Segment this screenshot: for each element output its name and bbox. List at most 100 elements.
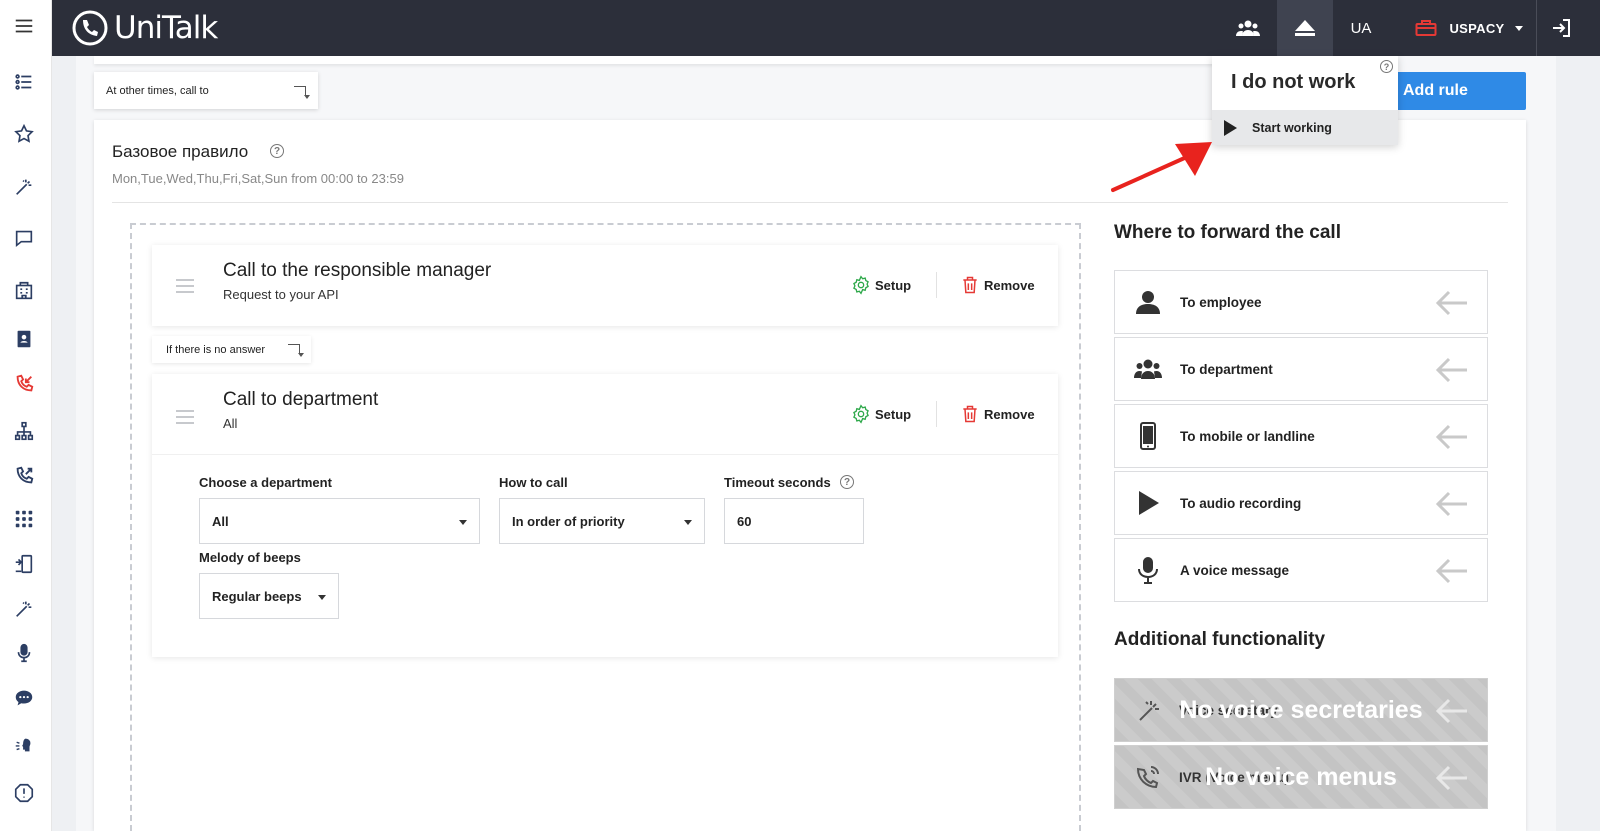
no-answer-label: If there is no answer: [166, 343, 266, 356]
department-label: Choose a department: [199, 475, 332, 490]
drag-handle-icon[interactable]: [176, 279, 194, 297]
group-icon: [1133, 354, 1163, 384]
apps-grid-icon[interactable]: [12, 507, 36, 531]
voice-secretary-option: Voice secretary No voice secretaries: [1114, 678, 1488, 742]
department-select[interactable]: All: [199, 498, 480, 544]
start-working-label: Start working: [1252, 120, 1332, 135]
alert-badge-icon[interactable]: [12, 781, 36, 805]
how-to-call-select[interactable]: In order of priority: [499, 498, 705, 544]
company-menu[interactable]: USPACY: [1404, 0, 1534, 56]
arrow-left-icon: [1435, 290, 1467, 316]
arrow-left-icon: [1435, 424, 1467, 450]
microphone-icon[interactable]: [12, 641, 36, 665]
rule-schedule: Mon,Tue,Wed,Thu,Fri,Sat,Sun from 00:00 t…: [112, 171, 404, 186]
other-times-block[interactable]: At other times, call to: [94, 72, 318, 109]
app-logo[interactable]: UniTalk: [70, 8, 218, 48]
eject-icon: [1295, 20, 1315, 36]
play-icon: [1224, 120, 1237, 136]
outgoing-call-icon[interactable]: [12, 464, 36, 488]
forward-label: To audio recording: [1180, 495, 1302, 511]
setup-button[interactable]: Setup: [851, 275, 911, 295]
arrow-left-icon: [1435, 765, 1467, 791]
forward-to-mobile[interactable]: To mobile or landline: [1114, 404, 1488, 468]
topbar-divider: [1536, 0, 1537, 56]
forward-section-title: Where to forward the call: [1114, 222, 1341, 243]
step-card[interactable]: Call to department All Setup Remove Choo…: [152, 374, 1058, 657]
logout-icon: [1553, 19, 1570, 37]
corner-arrow-icon: [294, 86, 310, 99]
arrow-left-icon: [1435, 558, 1467, 584]
help-icon[interactable]: ?: [270, 144, 284, 158]
step-title: Call to department: [223, 389, 379, 410]
chat-bubble-icon[interactable]: [12, 226, 36, 250]
contacts-book-icon[interactable]: [12, 327, 36, 351]
play-icon: [1133, 488, 1163, 518]
org-chart-icon[interactable]: [12, 419, 36, 443]
magic-wand-2-icon[interactable]: [12, 597, 36, 621]
rule-title: Базовое правило: [112, 142, 249, 161]
button-separator: [936, 272, 937, 298]
forward-label: To employee: [1180, 294, 1262, 310]
remove-button[interactable]: Remove: [960, 275, 1035, 295]
chevron-down-icon: [1514, 25, 1523, 31]
forward-to-voice-message[interactable]: A voice message: [1114, 538, 1488, 602]
logout-button[interactable]: [1540, 0, 1582, 56]
speaking-head-icon[interactable]: [12, 733, 36, 757]
forward-to-audio-recording[interactable]: To audio recording: [1114, 471, 1488, 535]
list-icon[interactable]: [12, 70, 36, 94]
unavailable-overlay: No voice secretaries: [1179, 695, 1423, 724]
department-value: All: [212, 513, 229, 529]
remove-label: Remove: [984, 406, 1035, 422]
chevron-down-icon: [459, 520, 467, 525]
incoming-call-icon[interactable]: [12, 372, 36, 396]
help-icon[interactable]: ?: [840, 475, 854, 489]
person-icon: [1133, 287, 1163, 317]
step-card[interactable]: Call to the responsible manager Request …: [152, 245, 1058, 326]
drag-handle-icon[interactable]: [176, 410, 194, 428]
forward-to-employee[interactable]: To employee: [1114, 270, 1488, 334]
other-times-label: At other times, call to: [106, 84, 209, 97]
forward-to-department[interactable]: To department: [1114, 337, 1488, 401]
melody-label: Melody of beeps: [199, 550, 301, 565]
setup-label: Setup: [875, 406, 912, 422]
left-sidebar: [0, 0, 52, 831]
setup-label: Setup: [875, 277, 912, 293]
timeout-label: Timeout seconds: [724, 475, 831, 490]
setup-button[interactable]: Setup: [851, 404, 911, 424]
company-name: USPACY: [1449, 20, 1505, 36]
magic-wand-icon[interactable]: [12, 175, 36, 199]
add-rule-button[interactable]: Add rule: [1385, 72, 1526, 110]
melody-select[interactable]: Regular beeps: [199, 573, 339, 619]
help-icon[interactable]: ?: [1380, 60, 1393, 73]
remove-button[interactable]: Remove: [960, 404, 1035, 424]
status-toggle-button[interactable]: [1277, 0, 1333, 56]
chat-dots-icon[interactable]: [12, 686, 36, 710]
forward-label: A voice message: [1180, 562, 1290, 578]
phone-transfer-icon[interactable]: [12, 552, 36, 576]
language-label: UA: [1350, 19, 1372, 37]
annotation-arrow-icon: [1111, 142, 1212, 192]
divider: [112, 202, 1508, 203]
top-bar: UniTalk UA USPACY: [52, 0, 1600, 56]
star-icon[interactable]: [12, 122, 36, 146]
chevron-down-icon: [318, 595, 326, 600]
briefcase-icon: [1415, 20, 1437, 36]
start-working-button[interactable]: Start working: [1212, 110, 1398, 145]
hamburger-menu-icon[interactable]: [12, 14, 36, 38]
voice-menu-option: IVR (Voice menu) No voice menus: [1114, 745, 1488, 809]
trash-icon: [963, 276, 977, 294]
forward-label: To mobile or landline: [1180, 428, 1315, 444]
microphone-icon: [1133, 555, 1163, 585]
building-icon[interactable]: [12, 279, 36, 303]
team-button[interactable]: [1222, 0, 1274, 56]
timeout-input[interactable]: 60: [724, 498, 864, 544]
status-dropdown: I do not work ? Start working: [1212, 56, 1398, 145]
trash-icon: [963, 405, 977, 423]
how-to-call-label: How to call: [499, 475, 568, 490]
unitalk-logo-icon: [72, 10, 108, 46]
timeout-value: 60: [737, 513, 752, 529]
no-answer-connector[interactable]: If there is no answer: [152, 336, 311, 363]
corner-arrow-icon: [288, 344, 304, 357]
language-switch[interactable]: UA: [1342, 0, 1380, 56]
team-icon: [1236, 20, 1260, 36]
